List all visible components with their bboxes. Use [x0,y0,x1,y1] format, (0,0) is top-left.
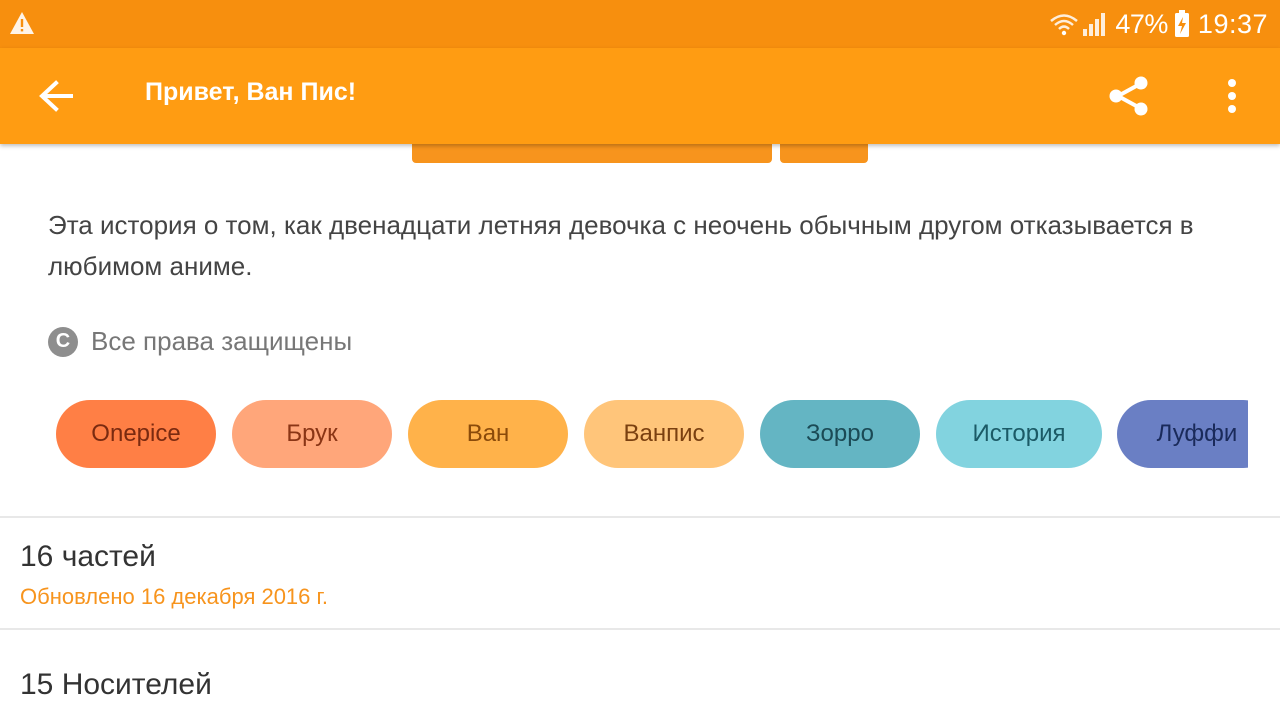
tag-chip[interactable]: Луффи [1117,400,1248,468]
tag-list: Onepice Брук Ван Ванпис Зорро История Лу… [56,400,1248,468]
status-bar: 47% 19:37 [0,0,1280,48]
tag-chip[interactable]: Onepice [56,400,216,468]
divider [0,516,1280,518]
page-title: Привет, Ван Пис! [145,78,357,106]
tag-chip[interactable]: Ванпис [584,400,744,468]
tag-chip[interactable]: Ван [408,400,568,468]
divider [0,628,1280,630]
warning-icon [10,12,34,34]
status-icons: 47% 19:37 [1049,6,1268,42]
updated-date: Обновлено 16 декабря 2016 г. [20,584,328,609]
tag-chip[interactable]: Брук [232,400,392,468]
parts-count[interactable]: 16 частей [20,540,156,574]
battery-charging-icon [1174,10,1189,37]
share-button[interactable] [1100,68,1156,124]
story-description: Эта история о том, как двенадцати летняя… [48,210,1194,281]
more-vert-icon [1228,79,1236,113]
more-options-button[interactable] [1210,68,1254,124]
readers-count[interactable]: 15 Носителей [20,668,212,702]
battery-percent: 47% [1115,8,1168,39]
tag-chip[interactable]: Зорро [760,400,920,468]
share-icon [1109,76,1148,116]
tag-chip[interactable]: История [936,400,1102,468]
back-button[interactable] [28,68,84,124]
arrow-back-icon [39,80,73,112]
clock: 19:37 [1197,8,1268,39]
wifi-icon [1050,14,1079,36]
copyright-icon: C [48,326,78,357]
signal-icon [1083,13,1106,36]
rights-text: Все права защищены [91,326,353,356]
app-bar: Привет, Ван Пис! [0,48,1280,144]
copyright-line: C Все права защищены [48,326,352,357]
